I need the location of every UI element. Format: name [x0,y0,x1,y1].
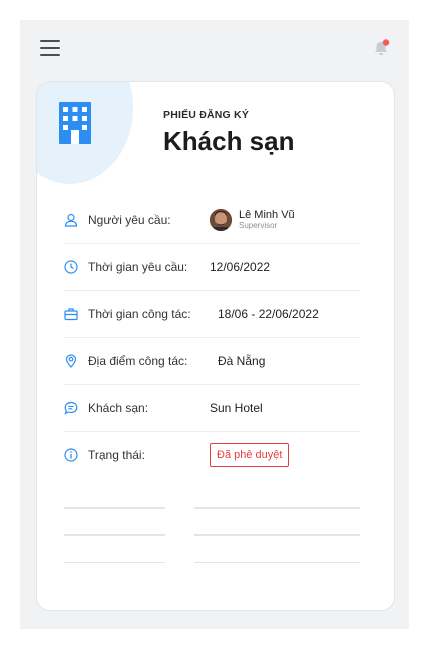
briefcase-icon [64,307,78,321]
bell-icon[interactable] [371,38,391,58]
hotel-row: Khách sạn: Sun Hotel [64,384,360,432]
user-icon [64,213,78,227]
avatar [210,208,232,231]
location-pin-icon [64,353,78,368]
status-badge: Đã phê duyệt [210,442,290,467]
clock-icon [64,259,78,274]
requester-name: Lê Minh Vũ [239,208,295,221]
placeholder-line [194,507,360,509]
placeholder-line [64,507,165,509]
hamburger-icon[interactable] [40,40,60,56]
info-icon [64,447,78,462]
placeholder-line [194,534,360,536]
status-row: Trạng thái: Đã phê duyệt [64,431,360,478]
trip-time-row: Thời gian công tác: 18/06 - 22/06/2022 [64,290,360,338]
hotel-value: Sun Hotel [210,400,263,415]
registration-card: PHIẾU ĐĂNG KÝ Khách sạn Người yêu cầu: L… [36,81,395,611]
placeholder-line [64,534,165,536]
chat-icon [64,401,78,415]
trip-time-value: 18/06 - 22/06/2022 [218,306,319,321]
building-icon [59,102,91,144]
page-title: Khách sạn [163,126,295,156]
request-time-row: Thời gian yêu cầu: 12/06/2022 [64,243,360,291]
location-value: Đà Nẵng [218,353,266,368]
location-row: Địa điểm công tác: Đà Nẵng [64,337,360,385]
request-time-label: Thời gian yêu cầu: [88,259,188,274]
notification-dot [382,39,390,46]
placeholder-line [194,562,360,563]
app-screen: PHIẾU ĐĂNG KÝ Khách sạn Người yêu cầu: L… [20,20,409,629]
form-subtitle: PHIẾU ĐĂNG KÝ [163,109,250,121]
status-label: Trạng thái: [88,447,145,462]
requester-person: Lê Minh Vũ Supervisor [210,208,295,231]
requester-row: Người yêu cầu: Lê Minh Vũ Supervisor [64,196,360,244]
location-label: Địa điểm công tác: [88,353,188,368]
hotel-label: Khách sạn: [88,400,149,415]
request-time-value: 12/06/2022 [210,259,271,274]
trip-time-label: Thời gian công tác: [88,306,191,321]
requester-role: Supervisor [239,220,278,230]
requester-label: Người yêu cầu: [88,212,171,227]
placeholder-line [64,562,165,563]
